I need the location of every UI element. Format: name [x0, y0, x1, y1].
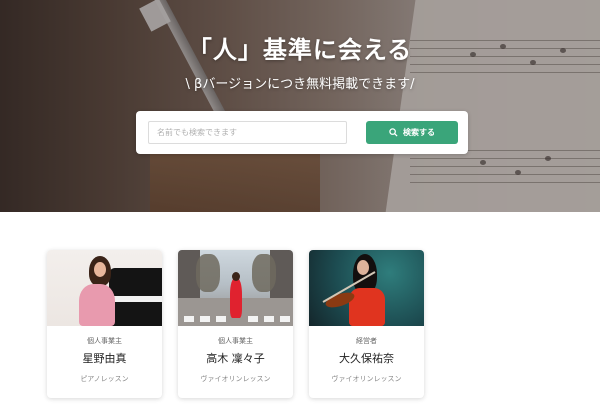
profile-role: 経営者: [356, 337, 377, 345]
profile-card[interactable]: 個人事業主 高木 凜々子 ヴァイオリンレッスン: [178, 250, 293, 398]
profile-lesson: ヴァイオリンレッスン: [200, 375, 271, 383]
search-button[interactable]: 検索する: [366, 121, 458, 144]
hero-title: 「人」基準に会える: [187, 36, 413, 64]
profile-card[interactable]: 経営者 大久保祐奈 ヴァイオリンレッスン: [309, 250, 424, 398]
profile-lesson: ピアノレッスン: [80, 375, 129, 383]
profile-name: 高木 凜々子: [206, 352, 265, 365]
search-input[interactable]: [148, 121, 347, 144]
profile-card-list: 個人事業主 星野由真 ピアノレッスン 個人事業主 高木 凜々子 ヴァイオリンレッ…: [47, 250, 427, 400]
street-violinist-photo: [178, 250, 293, 326]
profile-role: 個人事業主: [87, 337, 122, 345]
profile-lesson: ヴァイオリンレッスン: [331, 375, 402, 383]
hero-banner: 「人」基準に会える \ βバージョンにつき無料掲載できます/ 検索する: [0, 0, 600, 212]
profile-name: 大久保祐奈: [339, 352, 394, 365]
violinist-photo: [309, 250, 424, 326]
profile-card[interactable]: 個人事業主 星野由真 ピアノレッスン: [47, 250, 162, 398]
search-button-label: 検索する: [403, 128, 435, 137]
search-icon: [389, 128, 398, 137]
profile-name: 星野由真: [82, 352, 127, 365]
search-box: 検索する: [136, 111, 468, 154]
pianist-photo: [47, 250, 162, 326]
hero-subtitle: \ βバージョンにつき無料掲載できます/: [185, 77, 415, 92]
profile-role: 個人事業主: [218, 337, 253, 345]
